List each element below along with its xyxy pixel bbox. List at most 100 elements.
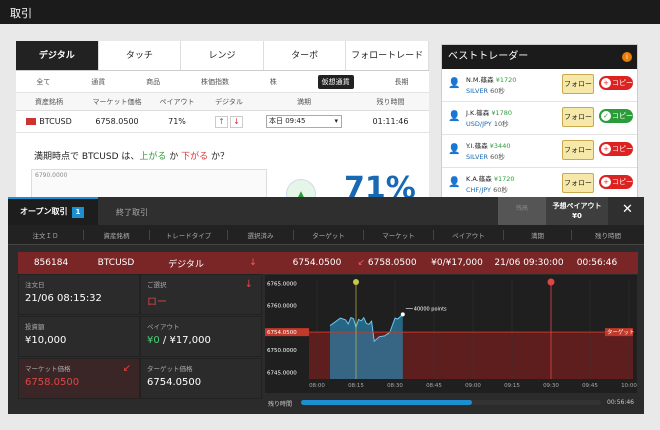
expiry-marker-icon: [547, 278, 555, 286]
us-flag-icon: [26, 118, 37, 125]
y-tick-label: 6750.0000: [267, 348, 297, 354]
y-tick-label: 6765.0000: [267, 281, 297, 287]
trader-asset: SILVER: [466, 87, 489, 95]
price-area: [330, 314, 403, 379]
trader-name: Y.I.篠森: [466, 142, 488, 150]
filter-currency[interactable]: 通貨: [91, 77, 105, 87]
col-target: ターゲット: [294, 229, 364, 240]
filter-stock[interactable]: 株: [270, 77, 277, 87]
copy-toggle[interactable]: + コピー: [599, 175, 633, 189]
down-arrow-icon: ↓: [249, 258, 257, 268]
trader-period: 10秒: [493, 120, 509, 128]
copy-toggle[interactable]: ✓ コピー: [599, 109, 633, 123]
plus-icon: +: [601, 144, 611, 154]
person-icon: 👤: [448, 111, 461, 122]
tab-digital[interactable]: デジタル: [16, 41, 99, 70]
x-tick-label: 09:30: [543, 383, 559, 389]
copy-toggle[interactable]: + コピー: [599, 142, 633, 156]
best-traders-panel: ベストトレーダー i 👤 N.M.篠森 ¥1720 SILVER 60秒 フォロー + コピ…: [441, 44, 638, 206]
tab-range[interactable]: レンジ: [181, 41, 264, 70]
follow-button[interactable]: フォロー: [562, 107, 594, 127]
trader-name: J.K.篠森: [466, 109, 490, 117]
best-traders-title: ベストトレーダー: [448, 51, 529, 62]
col-payout: ペイアウト: [159, 97, 195, 106]
trade-payout: ¥0/¥17,000: [431, 258, 483, 268]
trader-gain: ¥3440: [489, 142, 511, 150]
market-price-cell: マーケット価格 6758.0500 ↙: [18, 358, 140, 399]
col-expiry: 満期: [297, 97, 311, 106]
invest-cell: 投資額 ¥10,000: [18, 316, 140, 357]
selection-cell: ご選択 ロー ↓: [140, 274, 262, 315]
trade-details: 注文日 21/06 08:15:32 ご選択 ロー ↓ 投資額 ¥10,000 ペイアウ…: [18, 274, 262, 399]
tab-closed-trades[interactable]: 終了取引: [116, 207, 148, 218]
trader-gain: ¥1720: [493, 175, 515, 183]
y-tick-label: 6754.0500: [267, 330, 297, 336]
down-arrow-icon: ↓: [244, 279, 253, 290]
col-trade-type: トレードタイプ: [150, 229, 228, 240]
trader-gain: ¥1780: [491, 109, 513, 117]
x-tick-label: 08:30: [387, 383, 403, 389]
col-payout: ペイアウト: [434, 229, 504, 240]
trader-item: 👤 N.M.篠森 ¥1720 SILVER 60秒 フォロー + コピー: [442, 69, 637, 102]
trade-expiry: 21/06 09:30:00: [494, 258, 564, 268]
market-price: 6758.0500: [95, 117, 139, 126]
trader-asset: USD/JPY: [466, 120, 492, 128]
high-arrow-icon[interactable]: ↑: [215, 115, 228, 128]
info-icon[interactable]: i: [622, 52, 632, 62]
x-tick-label: 08:15: [348, 383, 364, 389]
trader-asset: CHF/JPY: [466, 186, 492, 194]
tab-turbo[interactable]: ターボ: [263, 41, 347, 70]
trader-item: 👤 J.K.篠森 ¥1780 USD/JPY 10秒 フォロー ✓ コピー: [442, 102, 637, 135]
open-trades-panel: オープン取引 1 終了取引 残高 予想ペイアウト ¥0 ✕ 注文ＩＤ 資産銘柄 トレ…: [8, 197, 644, 414]
y-tick-label: 6760.0000: [267, 304, 297, 310]
current-price-dot: [400, 312, 405, 317]
person-icon: 👤: [448, 144, 461, 155]
check-icon: ✓: [601, 111, 611, 121]
target-price-cell: ターゲット価格 6754.0500: [140, 358, 262, 399]
trader-name: N.M.篠森: [466, 76, 494, 84]
plus-icon: +: [601, 78, 611, 88]
asset-name: BTCUSD: [39, 117, 72, 126]
trade-panel: デジタル タッチ レンジ ターボ フォロートレード 全て 通貨 商品 株価指数 …: [16, 41, 429, 224]
open-trade-row[interactable]: 856184 BTCUSD デジタル ↓ 6754.0500 ↙ 6758.05…: [18, 252, 638, 274]
target-label: ターゲット: [607, 328, 635, 336]
person-icon: 👤: [448, 78, 461, 89]
x-tick-label: 10:00: [621, 383, 637, 389]
col-price: マーケット価格: [92, 97, 142, 106]
payout-rate: 71%: [168, 117, 186, 126]
title-bar: 取引: [0, 0, 660, 24]
close-icon[interactable]: ✕: [622, 202, 633, 217]
filter-long-term[interactable]: 長期: [394, 77, 408, 87]
filter-commodity[interactable]: 商品: [146, 77, 160, 87]
x-tick-label: 08:45: [426, 383, 442, 389]
down-diag-arrow-icon: ↙: [122, 363, 131, 374]
y-tick-label: 6745.0000: [267, 370, 297, 376]
order-id: 856184: [33, 258, 69, 268]
person-icon: 👤: [448, 177, 461, 188]
open-trades-header: 注文ＩＤ 資産銘柄 トレードタイプ 選択済み ターゲット マーケット ペイアウト…: [8, 225, 644, 245]
filter-index[interactable]: 株価指数: [201, 77, 229, 87]
filter-all[interactable]: 全て: [36, 77, 50, 87]
col-remaining: 残り時間: [595, 231, 621, 240]
target-price-value: 6754.0500: [147, 377, 202, 388]
low-arrow-icon[interactable]: ↓: [230, 115, 243, 128]
trader-item: 👤 Y.I.篠森 ¥3440 SILVER 60秒 フォロー + コピー: [442, 135, 637, 168]
price-chart: 08:00 08:15 08:30 08:45 09:00 09:15 09:30 09:45…: [265, 275, 637, 393]
copy-toggle[interactable]: + コピー: [599, 76, 633, 90]
trader-gain: ¥1720: [495, 76, 517, 84]
tab-open-trades[interactable]: オープン取引 1: [8, 197, 98, 225]
follow-button[interactable]: フォロー: [562, 74, 594, 94]
tab-follow-trade[interactable]: フォロートレード: [346, 41, 429, 70]
remaining-time: 01:11:46: [372, 117, 409, 126]
tab-touch[interactable]: タッチ: [98, 41, 182, 70]
table-row[interactable]: BTCUSD 6758.0500 71% ↑↓ 本日 09:45 01:11:4…: [16, 111, 429, 133]
follow-button[interactable]: フォロー: [562, 140, 594, 160]
remaining-label: 残り時間: [268, 401, 293, 408]
payout-cell: ペイアウト ¥0 / ¥17,000: [140, 316, 262, 357]
col-remaining: 残り時間: [376, 97, 405, 106]
trade-type: デジタル: [168, 259, 204, 270]
follow-button[interactable]: フォロー: [562, 173, 594, 193]
filter-crypto[interactable]: 仮想通貨: [317, 74, 354, 89]
expiry-select[interactable]: 本日 09:45: [266, 115, 342, 128]
trade-market: 6758.0500: [367, 258, 417, 268]
